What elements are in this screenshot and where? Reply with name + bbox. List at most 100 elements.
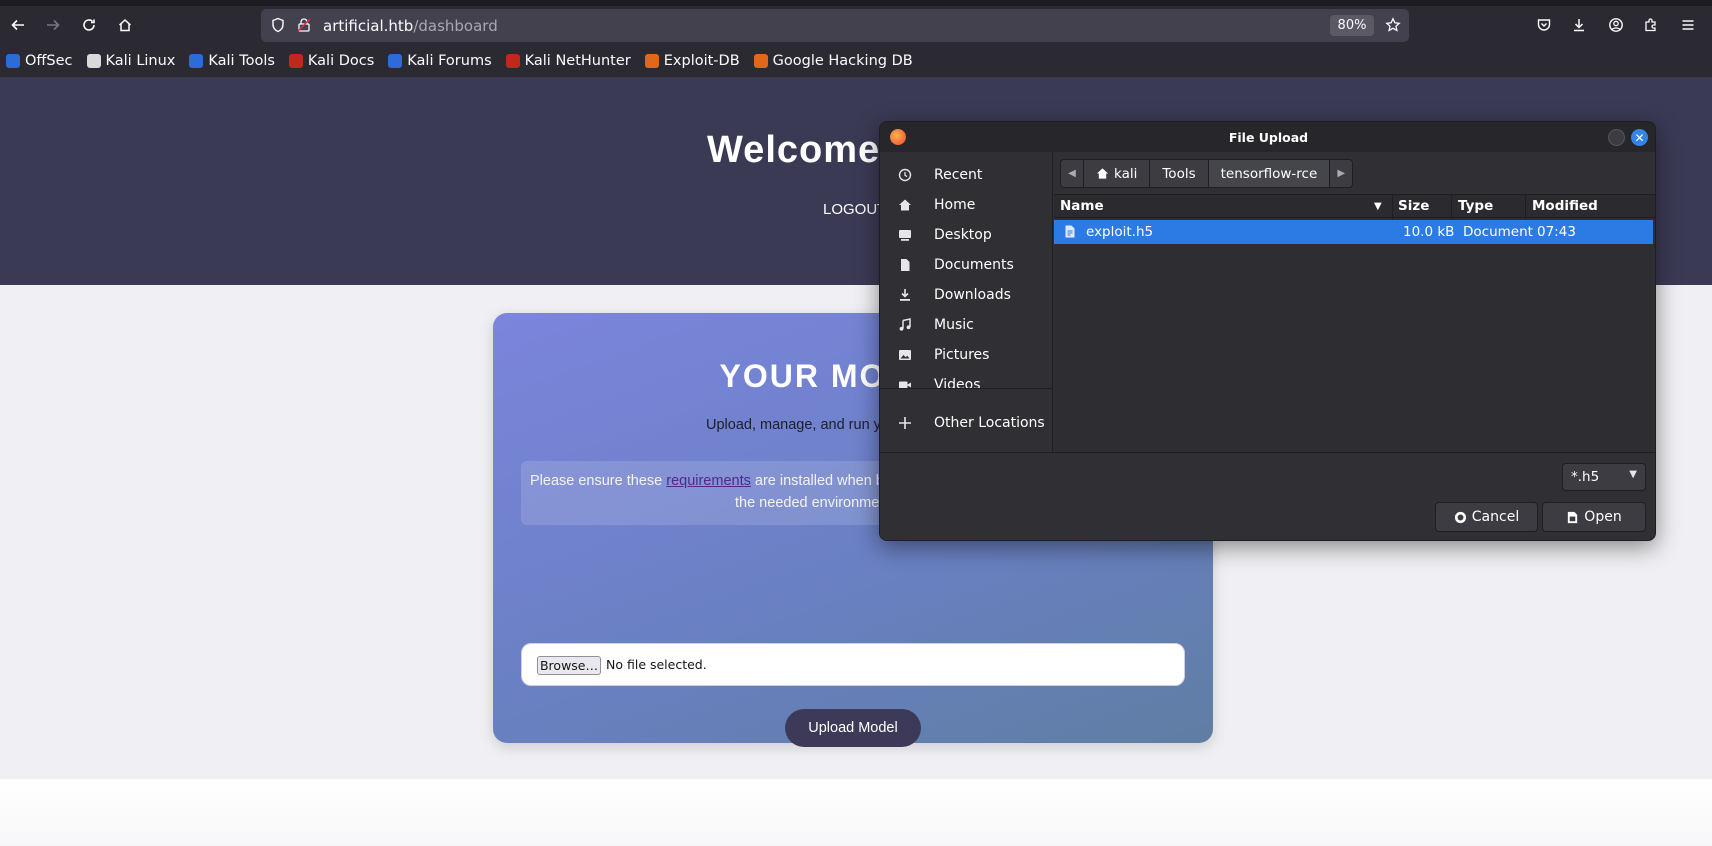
nethunter-favicon-icon [505, 53, 520, 68]
open-icon [1568, 511, 1578, 523]
cancel-button[interactable]: Cancel [1435, 502, 1538, 532]
bookmark-kali-forums[interactable]: Kali Forums [388, 52, 492, 69]
forward-icon[interactable] [38, 10, 68, 40]
bookmark-google-hacking-db[interactable]: Google Hacking DB [753, 52, 913, 69]
crumb-label: tensorflow-rce [1220, 165, 1318, 182]
place-videos[interactable]: Videos [880, 370, 1053, 400]
place-label: Videos [934, 377, 981, 393]
browse-button[interactable]: Browse… [537, 656, 601, 675]
kali-docs-favicon-icon [288, 53, 303, 68]
bookmark-label: Google Hacking DB [772, 52, 913, 69]
bookmark-kali-tools[interactable]: Kali Tools [189, 53, 275, 69]
bookmark-kali-docs[interactable]: Kali Docs [288, 52, 375, 69]
place-downloads[interactable]: Downloads [880, 280, 1053, 310]
kali-tools-favicon-icon [189, 53, 204, 68]
file-modified: 07:43 [1537, 224, 1576, 240]
extensions-icon[interactable] [1636, 10, 1666, 40]
column-modified[interactable]: Modified [1532, 198, 1598, 214]
minimize-button[interactable] [1608, 129, 1625, 146]
file-type-filter[interactable]: *.h5 ▼ [1562, 463, 1646, 491]
ghdb-favicon-icon [753, 53, 768, 68]
place-label: Downloads [934, 287, 1011, 303]
plus-icon [897, 415, 913, 431]
bookmark-label: Kali Linux [105, 52, 176, 69]
card-subtitle: Upload, manage, and run yo [706, 417, 889, 433]
place-label: Recent [934, 167, 983, 183]
bookmark-exploit-db[interactable]: Exploit-DB [644, 53, 740, 69]
close-icon[interactable]: ✕ [1631, 129, 1648, 146]
insecure-lock-icon[interactable] [294, 15, 314, 35]
notice-text-2: are installed when bu [750, 473, 892, 489]
downloads-icon[interactable] [1564, 10, 1594, 40]
page-footer [0, 779, 1712, 846]
place-label: Music [934, 317, 974, 333]
back-icon[interactable] [3, 10, 33, 40]
address-bar[interactable]: artificial.htb/dashboard 80% [261, 9, 1409, 42]
dialog-footer: *.h5 ▼ Cancel Open [880, 452, 1655, 540]
notice-text: Please ensure these [530, 473, 667, 489]
home-icon [1096, 168, 1109, 179]
path-back-arrow-icon[interactable]: ◀ [1060, 159, 1084, 188]
column-separator [1392, 195, 1393, 219]
bookmark-label: Kali NetHunter [524, 52, 631, 69]
bookmark-label: Kali Forums [407, 52, 492, 69]
home-icon[interactable] [110, 10, 140, 40]
navigation-toolbar: artificial.htb/dashboard 80% [0, 6, 1712, 44]
path-crumb-tools[interactable]: Tools [1149, 159, 1209, 188]
bookmark-label: Kali Tools [208, 52, 275, 69]
sort-arrow-icon[interactable]: ▼ [1374, 201, 1382, 212]
dialog-titlebar: File Upload ✕ [880, 122, 1655, 152]
column-name[interactable]: Name [1060, 198, 1104, 214]
download-icon [897, 287, 913, 303]
url-host: artificial.htb [323, 17, 414, 35]
places-separator [880, 388, 1053, 389]
path-crumb-tensorflow-rce[interactable]: tensorflow-rce [1207, 159, 1331, 188]
place-other-locations[interactable]: Other Locations [880, 408, 1053, 438]
bookmark-label: Kali Docs [307, 52, 375, 69]
place-home[interactable]: Home [880, 190, 1053, 220]
crumb-label: Tools [1162, 165, 1196, 182]
home-icon [897, 197, 913, 213]
account-icon[interactable] [1601, 10, 1631, 40]
shield-icon[interactable] [268, 15, 288, 35]
card-title-text: YOUR MO [719, 358, 887, 394]
file-name: exploit.h5 [1086, 224, 1154, 240]
chevron-down-icon: ▼ [1629, 469, 1637, 480]
upload-model-button[interactable]: Upload Model [785, 709, 921, 747]
place-music[interactable]: Music [880, 310, 1053, 340]
zoom-level-badge[interactable]: 80% [1330, 15, 1374, 36]
place-documents[interactable]: Documents [880, 250, 1053, 280]
path-crumb-kali[interactable]: kali [1083, 159, 1151, 188]
place-desktop[interactable]: Desktop [880, 220, 1053, 250]
url-text[interactable]: artificial.htb/dashboard [323, 17, 498, 35]
requirements-link[interactable]: requirements [666, 473, 751, 489]
column-size[interactable]: Size [1398, 198, 1429, 214]
bookmark-kali-nethunter[interactable]: Kali NetHunter [505, 52, 631, 69]
video-icon [897, 377, 913, 393]
path-forward-arrow-icon[interactable]: ▶ [1329, 159, 1354, 188]
place-label: Pictures [934, 347, 990, 363]
file-row[interactable]: exploit.h5 10.0 kB Document 07:43 [1054, 220, 1653, 244]
cancel-icon [1454, 511, 1466, 523]
place-recent[interactable]: Recent [880, 160, 1053, 190]
file-type: Document [1463, 224, 1533, 240]
reload-icon[interactable] [74, 10, 104, 40]
crumb-label: kali [1114, 165, 1138, 182]
bookmark-label: OffSec [25, 52, 73, 69]
column-type[interactable]: Type [1458, 198, 1493, 214]
place-pictures[interactable]: Pictures [880, 340, 1053, 370]
file-size: 10.0 kB [1403, 224, 1455, 240]
url-path: /dashboard [413, 17, 498, 35]
kali-favicon-icon [86, 53, 101, 68]
open-button[interactable]: Open [1542, 502, 1646, 532]
column-separator [1451, 195, 1452, 219]
model-file-input[interactable]: Browse… No file selected. [521, 643, 1185, 686]
offsec-favicon-icon [6, 53, 20, 68]
exploit-db-favicon-icon [644, 53, 659, 68]
menu-icon[interactable] [1673, 10, 1703, 40]
bookmark-star-icon[interactable] [1383, 15, 1403, 35]
bookmark-offsec[interactable]: OffSec [6, 53, 73, 69]
pocket-icon[interactable] [1529, 10, 1559, 40]
logout-link[interactable]: LOGOUT [823, 201, 886, 218]
bookmark-kali-linux[interactable]: Kali Linux [86, 52, 176, 69]
